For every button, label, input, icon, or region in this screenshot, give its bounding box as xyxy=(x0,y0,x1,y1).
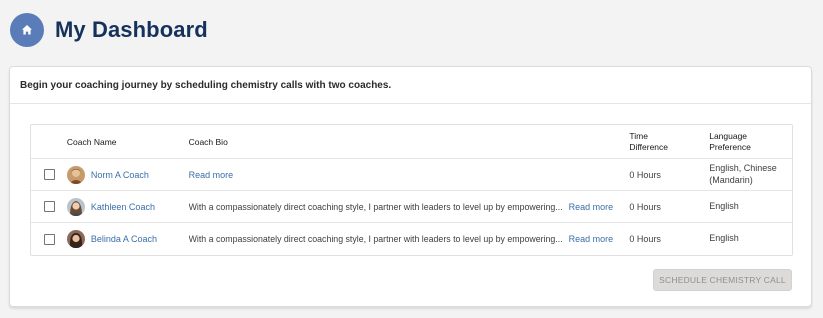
coach-bio-text: With a compassionately direct coaching s… xyxy=(188,234,563,244)
coach-name-link[interactable]: Norm A Coach xyxy=(91,170,149,180)
coach-name-cell: Belinda A Coach xyxy=(66,230,189,248)
time-difference: 0 Hours xyxy=(629,169,661,180)
home-button[interactable] xyxy=(10,13,44,47)
read-more-link[interactable]: Read more xyxy=(189,170,234,180)
coach-name-cell: Kathleen Coach xyxy=(66,197,189,216)
language-preference: English xyxy=(709,233,739,244)
row-checkbox[interactable] xyxy=(44,201,56,212)
row-check-cell xyxy=(31,169,67,180)
coach-bio-cell: With a compassionately direct coaching s… xyxy=(189,234,630,244)
home-icon xyxy=(22,25,32,35)
table-row: Kathleen Coach With a compassionately di… xyxy=(31,191,792,223)
language-preference: English xyxy=(709,200,739,211)
column-header-time-line1: Time xyxy=(629,130,648,141)
column-header-language-line1: Language xyxy=(709,130,748,141)
card-header: Begin your coaching journey by schedulin… xyxy=(10,67,811,104)
read-more-link[interactable]: Read more xyxy=(569,234,614,244)
time-difference: 0 Hours xyxy=(629,201,661,212)
column-header-bio: Coach Bio xyxy=(188,136,228,147)
row-check-cell xyxy=(31,201,67,212)
column-header-time: Time Difference xyxy=(629,131,709,152)
column-header-language: Language Preference xyxy=(709,131,792,152)
read-more-link[interactable]: Read more xyxy=(569,202,614,212)
schedule-chemistry-call-button[interactable]: SCHEDULE CHEMISTRY CALL xyxy=(653,269,792,291)
table-row: Norm A Coach Read more 0 Hours English, … xyxy=(31,159,792,191)
column-header-time-line2: Difference xyxy=(629,141,669,152)
coach-bio-text: With a compassionately direct coaching s… xyxy=(188,201,563,212)
coach-name-cell: Norm A Coach xyxy=(66,165,189,184)
page-title: My Dashboard xyxy=(55,17,208,42)
avatar xyxy=(66,230,85,248)
table-header-row: Coach Name Coach Bio Time Difference Lan… xyxy=(31,125,792,159)
coach-selection-card: Begin your coaching journey by schedulin… xyxy=(9,66,812,307)
column-header-name: Coach Name xyxy=(66,136,117,147)
avatar xyxy=(66,165,85,184)
intro-text: Begin your coaching journey by schedulin… xyxy=(20,79,392,91)
coaches-table: Coach Name Coach Bio Time Difference Lan… xyxy=(30,124,793,256)
table-row: Belinda A Coach With a compassionately d… xyxy=(31,223,792,255)
row-check-cell xyxy=(31,233,67,245)
row-checkbox[interactable] xyxy=(44,233,56,245)
column-header-language-line2: Preference xyxy=(709,141,751,152)
page-header: My Dashboard xyxy=(10,13,208,47)
avatar xyxy=(66,197,85,216)
coach-name-link[interactable]: Kathleen Coach xyxy=(91,202,155,212)
row-checkbox[interactable] xyxy=(44,169,56,180)
coach-bio-cell: Read more xyxy=(189,170,630,180)
coach-bio-cell: With a compassionately direct coaching s… xyxy=(189,202,630,212)
coach-name-link[interactable]: Belinda A Coach xyxy=(91,234,157,244)
language-preference: English, Chinese (Mandarin) xyxy=(709,163,777,185)
time-difference: 0 Hours xyxy=(629,234,661,244)
